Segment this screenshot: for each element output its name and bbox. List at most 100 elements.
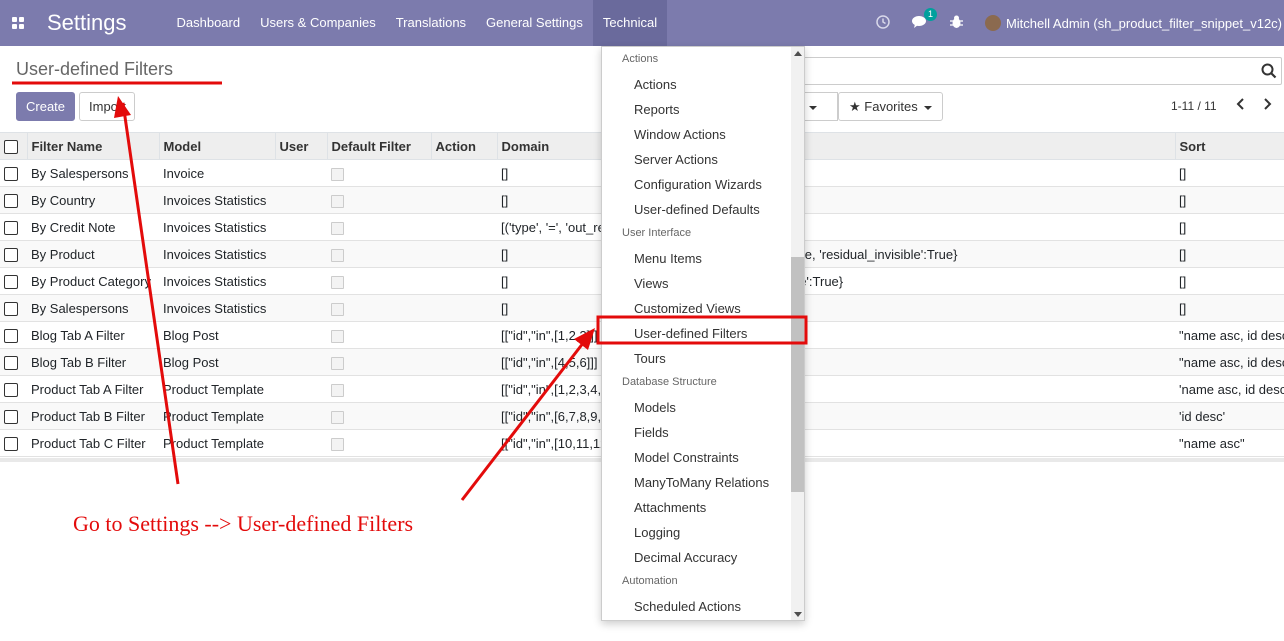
cell-filter-name: By Product xyxy=(27,240,159,268)
dropdown-scrollbar-thumb[interactable] xyxy=(791,257,804,492)
navbar-right: 1 Mitchell Admin (sh_product_filter_snip… xyxy=(876,0,1284,46)
cell-action xyxy=(431,267,497,295)
cell-filter-name: By Credit Note xyxy=(27,213,159,241)
scroll-down-arrow-icon[interactable] xyxy=(794,612,802,617)
menu-general-settings[interactable]: General Settings xyxy=(476,0,593,46)
page-title: User-defined Filters xyxy=(16,59,174,79)
dropdown-item-reports[interactable]: Reports xyxy=(634,102,680,117)
annotation-text: Go to Settings --> User-defined Filters xyxy=(73,511,414,536)
cell-default-filter xyxy=(327,294,431,322)
dropdown-item-tours[interactable]: Tours xyxy=(634,351,666,366)
cell-model: Blog Post xyxy=(159,321,275,349)
favorites-button[interactable]: ★ Favorites xyxy=(838,92,943,121)
dropdown-section-header: Automation xyxy=(622,575,678,587)
column-sort[interactable]: Sort xyxy=(1175,132,1284,160)
column-filter-name[interactable]: Filter Name xyxy=(27,132,160,160)
dropdown-item-window-actions[interactable]: Window Actions xyxy=(634,127,726,142)
default-filter-checkbox xyxy=(331,410,344,424)
default-filter-checkbox xyxy=(331,275,344,289)
column-default-filter[interactable]: Default Filter xyxy=(327,132,432,160)
cell-user xyxy=(275,375,327,403)
cell-domain: [] xyxy=(497,267,601,295)
user-menu[interactable]: Mitchell Admin (sh_product_filter_snippe… xyxy=(1006,16,1282,31)
cell-model: Invoices Statistics xyxy=(159,267,275,295)
menu-users-companies[interactable]: Users & Companies xyxy=(250,0,386,46)
dropdown-item-scheduled-actions[interactable]: Scheduled Actions xyxy=(634,599,741,614)
cell-default-filter xyxy=(327,213,431,241)
column-model[interactable]: Model xyxy=(159,132,276,160)
cell-filter-name: Blog Tab A Filter xyxy=(27,321,159,349)
dropdown-item-customized-views[interactable]: Customized Views xyxy=(634,301,741,316)
debug-bug-icon[interactable] xyxy=(949,15,963,32)
dropdown-item-models[interactable]: Models xyxy=(634,400,676,415)
row-checkbox[interactable] xyxy=(0,267,27,295)
cell-sort: [] xyxy=(1175,213,1284,241)
column-action[interactable]: Action xyxy=(431,132,498,160)
dropdown-item-fields[interactable]: Fields xyxy=(634,425,669,440)
apps-menu-icon[interactable] xyxy=(0,0,36,46)
row-checkbox[interactable] xyxy=(0,429,27,457)
cell-filter-name: Blog Tab B Filter xyxy=(27,348,159,376)
favorites-label: Favorites xyxy=(864,99,918,114)
import-button[interactable]: Import xyxy=(79,92,135,121)
select-all-checkbox[interactable] xyxy=(0,132,28,160)
cell-action xyxy=(431,186,497,214)
cell-filter-name: By Product Category xyxy=(27,267,159,295)
cell-filter-name: By Salespersons xyxy=(27,294,159,322)
cell-filter-name: Product Tab A Filter xyxy=(27,375,159,403)
cell-default-filter xyxy=(327,240,431,268)
cell-domain: [["id","in",[1,2,3]]] xyxy=(497,321,601,349)
cell-user xyxy=(275,213,327,241)
dropdown-item-views[interactable]: Views xyxy=(634,276,668,291)
cell-domain: [] xyxy=(497,159,601,187)
cell-user xyxy=(275,402,327,430)
dropdown-item-server-actions[interactable]: Server Actions xyxy=(634,152,718,167)
menu-translations[interactable]: Translations xyxy=(386,0,476,46)
user-avatar[interactable] xyxy=(984,15,1001,31)
cell-domain: [["id","in",[10,11,12 xyxy=(497,429,601,457)
dropdown-section-header: User Interface xyxy=(622,227,692,239)
row-checkbox[interactable] xyxy=(0,159,27,187)
dropdown-item-manytomany-relations[interactable]: ManyToMany Relations xyxy=(634,475,769,490)
dropdown-item-user-defined-defaults[interactable]: User-defined Defaults xyxy=(634,202,760,217)
row-checkbox[interactable] xyxy=(0,213,27,241)
create-button[interactable]: Create xyxy=(16,92,76,121)
dropdown-item-configuration-wizards[interactable]: Configuration Wizards xyxy=(634,177,762,192)
menu-dashboard[interactable]: Dashboard xyxy=(167,0,251,46)
cell-default-filter xyxy=(327,348,431,376)
default-filter-checkbox xyxy=(331,167,344,181)
cell-user xyxy=(275,348,327,376)
row-checkbox[interactable] xyxy=(0,294,27,322)
dropdown-item-model-constraints[interactable]: Model Constraints xyxy=(634,450,739,465)
dropdown-item-menu-items[interactable]: Menu Items xyxy=(634,251,702,266)
row-checkbox[interactable] xyxy=(0,321,27,349)
pager-next-button[interactable] xyxy=(1261,97,1275,115)
clock-icon[interactable] xyxy=(876,14,890,32)
dropdown-item-attachments[interactable]: Attachments xyxy=(634,500,706,515)
scroll-up-arrow-icon[interactable] xyxy=(794,51,802,56)
cell-domain: [] xyxy=(497,294,601,322)
row-checkbox[interactable] xyxy=(0,402,27,430)
dropdown-item-decimal-accuracy[interactable]: Decimal Accuracy xyxy=(634,550,737,565)
dropdown-item-user-defined-filters[interactable]: User-defined Filters xyxy=(634,326,747,341)
row-checkbox[interactable] xyxy=(0,375,27,403)
dropdown-item-logging[interactable]: Logging xyxy=(634,525,680,540)
pager-previous-button[interactable] xyxy=(1233,97,1247,115)
menu-technical[interactable]: Technical xyxy=(592,0,668,46)
cell-sort: "name asc" xyxy=(1175,429,1284,457)
search-input[interactable] xyxy=(790,57,1282,85)
cell-default-filter xyxy=(327,402,431,430)
star-icon: ★ xyxy=(849,99,861,114)
column-domain[interactable]: Domain xyxy=(497,132,602,160)
search-icon[interactable] xyxy=(1261,63,1277,79)
cell-sort: [] xyxy=(1175,159,1284,187)
dropdown-item-actions[interactable]: Actions xyxy=(634,77,677,92)
top-navbar: Settings Dashboard Users & Companies Tra… xyxy=(0,0,1284,46)
messages-icon[interactable]: 1 xyxy=(911,7,937,32)
row-checkbox[interactable] xyxy=(0,240,27,268)
app-brand: Settings xyxy=(47,10,127,35)
pager-value[interactable]: 1-11 / 11 xyxy=(1171,99,1217,113)
column-user[interactable]: User xyxy=(275,132,328,160)
row-checkbox[interactable] xyxy=(0,348,27,376)
row-checkbox[interactable] xyxy=(0,186,27,214)
